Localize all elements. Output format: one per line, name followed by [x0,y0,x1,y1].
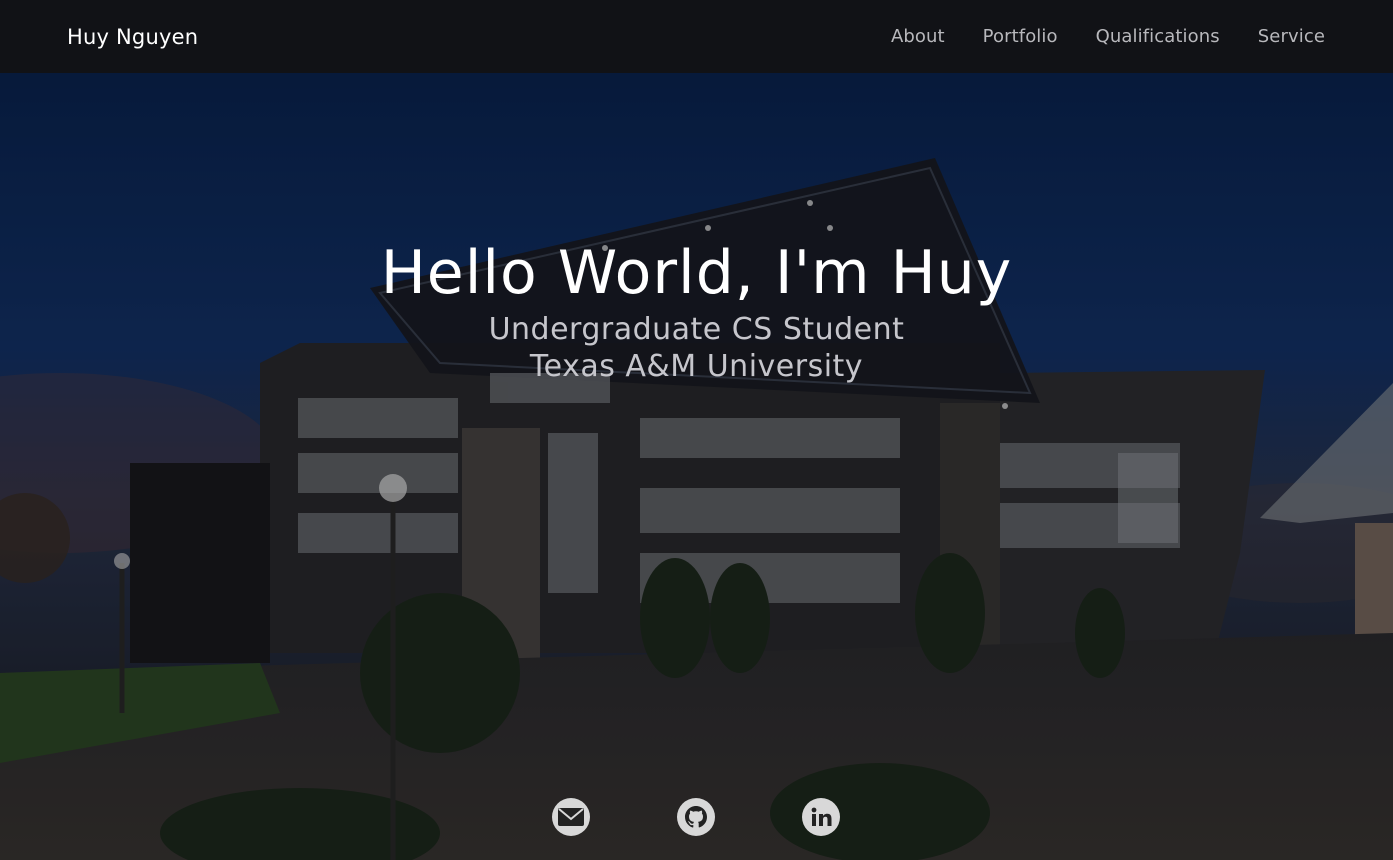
hero-section: Hello World, I'm Huy Undergraduate CS St… [0,73,1393,860]
nav-link-portfolio[interactable]: Portfolio [983,26,1058,47]
hero-text: Hello World, I'm Huy Undergraduate CS St… [0,235,1393,385]
linkedin-link[interactable] [802,798,840,836]
hero-subtitle-line1: Undergraduate CS Student [488,312,905,347]
nav-link-service[interactable]: Service [1258,26,1325,47]
nav-link-about[interactable]: About [891,26,945,47]
nav-link-qualifications[interactable]: Qualifications [1096,26,1220,47]
hero-subtitle-line2: Texas A&M University [529,349,864,384]
navbar: Huy Nguyen About Portfolio Qualification… [0,0,1393,73]
nav-links: About Portfolio Qualifications Service [853,26,1325,47]
hero-dark-overlay [0,73,1393,860]
github-link[interactable] [677,798,715,836]
email-link[interactable] [552,798,590,836]
linkedin-icon [811,807,832,826]
brand-link[interactable]: Huy Nguyen [67,25,198,49]
email-icon [558,808,584,826]
github-icon [685,806,707,828]
hero-title: Hello World, I'm Huy [380,238,1013,308]
